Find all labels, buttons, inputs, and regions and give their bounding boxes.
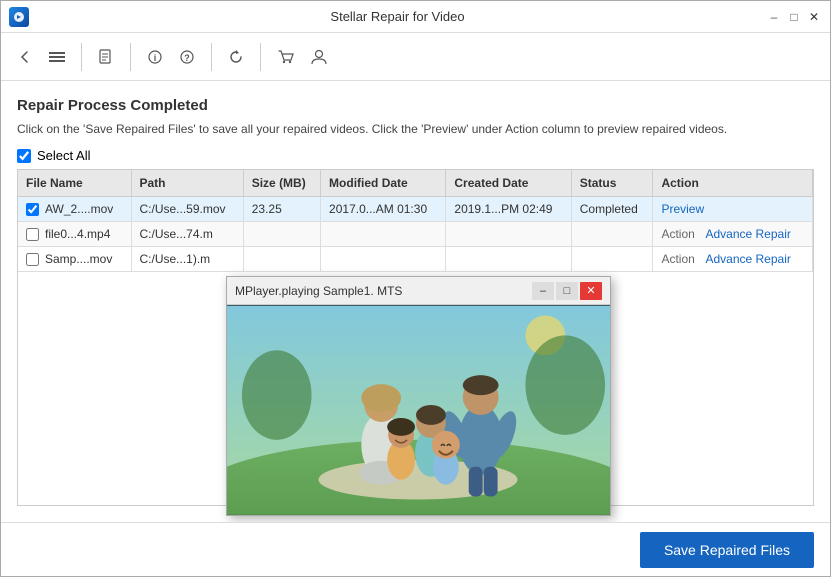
content-area: Repair Process Completed Click on the 'S… — [1, 81, 830, 522]
separator-1 — [81, 43, 82, 71]
cell-filename: file0...4.mp4 — [18, 222, 131, 247]
profile-button[interactable] — [307, 45, 331, 69]
row-1-modified: 2017.0...AM 01:30 — [321, 197, 446, 222]
checkbox-cell: Samp....mov — [26, 252, 123, 266]
cell-filename: Samp....mov — [18, 247, 131, 272]
row-3-size — [243, 247, 320, 272]
info-icon: i — [147, 49, 163, 65]
row-1-checkbox[interactable] — [26, 203, 39, 216]
mplayer-titlebar: MPlayer.playing Sample1. MTS – □ ✕ — [227, 277, 610, 305]
cell-filename: AW_2....mov — [18, 197, 131, 222]
close-button[interactable]: ✕ — [806, 9, 822, 25]
checkbox-cell: file0...4.mp4 — [26, 227, 123, 241]
row-3-action: Action Advance Repair — [653, 247, 813, 272]
row-2-path: C:/Use...74.m — [131, 222, 243, 247]
row-3-filename: Samp....mov — [45, 252, 112, 266]
advance-repair-link-3[interactable]: Advance Repair — [705, 252, 790, 266]
col-filename: File Name — [18, 170, 131, 197]
save-repaired-files-button[interactable]: Save Repaired Files — [640, 532, 814, 568]
col-size: Size (MB) — [243, 170, 320, 197]
row-1-path: C:/Use...59.mov — [131, 197, 243, 222]
mplayer-close-button[interactable]: ✕ — [580, 282, 602, 300]
app-icon-svg — [12, 10, 26, 24]
window-title: Stellar Repair for Video — [29, 9, 766, 24]
row-1-created: 2019.1...PM 02:49 — [446, 197, 571, 222]
back-icon — [17, 49, 33, 65]
row-3-path: C:/Use...1).m — [131, 247, 243, 272]
col-status: Status — [571, 170, 653, 197]
row-3-modified — [321, 247, 446, 272]
col-action: Action — [653, 170, 813, 197]
cart-button[interactable] — [273, 44, 299, 70]
refresh-button[interactable] — [224, 45, 248, 69]
row-2-checkbox[interactable] — [26, 228, 39, 241]
mplayer-popup: MPlayer.playing Sample1. MTS – □ ✕ — [226, 276, 611, 516]
col-created: Created Date — [446, 170, 571, 197]
row-3-created — [446, 247, 571, 272]
separator-4 — [260, 43, 261, 71]
row-2-action: Action Advance Repair — [653, 222, 813, 247]
row-1-size: 23.25 — [243, 197, 320, 222]
hamburger-icon — [49, 49, 65, 65]
menu-button[interactable] — [45, 45, 69, 69]
profile-icon — [311, 49, 327, 65]
repair-complete-title: Repair Process Completed — [17, 97, 814, 114]
mplayer-minimize-button[interactable]: – — [532, 282, 554, 300]
window-controls: – □ ✕ — [766, 9, 822, 25]
file-table: File Name Path Size (MB) Modified Date C… — [18, 170, 813, 272]
row-3-action-label: Action — [661, 252, 694, 266]
table-row: Samp....mov C:/Use...1).m Action Advance… — [18, 247, 813, 272]
help-icon: ? — [179, 49, 195, 65]
maximize-button[interactable]: □ — [786, 9, 802, 25]
row-1-status: Completed — [571, 197, 653, 222]
row-1-action: Preview — [653, 197, 813, 222]
mplayer-title: MPlayer.playing Sample1. MTS — [235, 284, 402, 298]
svg-text:?: ? — [184, 53, 190, 63]
table-row: file0...4.mp4 C:/Use...74.m Action Advan… — [18, 222, 813, 247]
checkbox-cell: AW_2....mov — [26, 202, 123, 216]
row-2-size — [243, 222, 320, 247]
help-button[interactable]: ? — [175, 45, 199, 69]
bottom-bar: Save Repaired Files — [1, 522, 830, 576]
refresh-icon — [228, 49, 244, 65]
mplayer-controls: – □ ✕ — [532, 282, 602, 300]
row-3-checkbox[interactable] — [26, 253, 39, 266]
document-icon — [98, 49, 114, 65]
mplayer-maximize-button[interactable]: □ — [556, 282, 578, 300]
cart-icon — [277, 48, 295, 66]
table-header-row: File Name Path Size (MB) Modified Date C… — [18, 170, 813, 197]
row-2-filename: file0...4.mp4 — [45, 227, 110, 241]
document-button[interactable] — [94, 45, 118, 69]
select-all-label[interactable]: Select All — [37, 148, 90, 163]
title-bar: Stellar Repair for Video – □ ✕ — [1, 1, 830, 33]
svg-text:i: i — [154, 53, 157, 63]
advance-repair-link-2[interactable]: Advance Repair — [705, 227, 790, 241]
back-button[interactable] — [13, 45, 37, 69]
select-all-checkbox[interactable] — [17, 149, 31, 163]
row-2-created — [446, 222, 571, 247]
main-window: Stellar Repair for Video – □ ✕ i ? — [0, 0, 831, 577]
row-2-modified — [321, 222, 446, 247]
video-frame-svg — [227, 305, 610, 515]
col-modified: Modified Date — [321, 170, 446, 197]
separator-3 — [211, 43, 212, 71]
row-1-filename: AW_2....mov — [45, 202, 113, 216]
repair-complete-desc: Click on the 'Save Repaired Files' to sa… — [17, 120, 814, 138]
select-all-row: Select All — [17, 148, 814, 163]
app-icon — [9, 7, 29, 27]
minimize-button[interactable]: – — [766, 9, 782, 25]
mplayer-video-area — [227, 305, 610, 515]
row-2-status — [571, 222, 653, 247]
row-3-status — [571, 247, 653, 272]
row-2-action-label: Action — [661, 227, 694, 241]
col-path: Path — [131, 170, 243, 197]
toolbar: i ? — [1, 33, 830, 81]
separator-2 — [130, 43, 131, 71]
table-row: AW_2....mov C:/Use...59.mov 23.25 2017.0… — [18, 197, 813, 222]
info-button[interactable]: i — [143, 45, 167, 69]
preview-link[interactable]: Preview — [661, 202, 704, 216]
